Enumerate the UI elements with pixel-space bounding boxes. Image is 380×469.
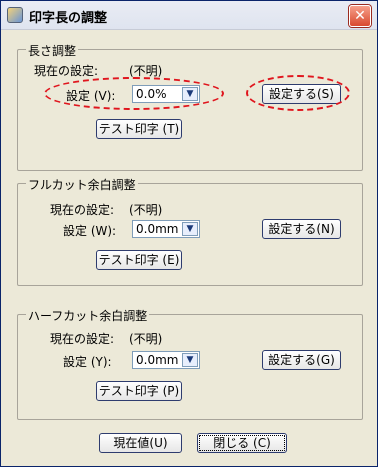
group-title: フルカット余白調整	[26, 176, 138, 193]
current-setting-label: 現在の設定:	[34, 64, 99, 78]
set-button[interactable]: 設定する(N)	[262, 219, 341, 239]
current-setting-value: (不明)	[129, 332, 163, 346]
full-cut-margin-group: フルカット余白調整 現在の設定: (不明) 設定 (W): 0.0mm ▼ 設定…	[17, 176, 363, 286]
setting-label: 設定 (Y):	[63, 355, 112, 369]
select-value: 0.0%	[136, 87, 167, 101]
set-button[interactable]: 設定する(G)	[262, 350, 341, 370]
setting-label: 設定 (V):	[66, 89, 116, 103]
test-print-button[interactable]: テスト印字 (P)	[96, 381, 182, 401]
chevron-down-icon[interactable]: ▼	[182, 353, 198, 367]
dialog-window: 印字長の調整 ✕ 長さ調整 現在の設定: (不明) 設定 (V): 0.0% ▼…	[0, 0, 378, 467]
title-bar: 印字長の調整 ✕	[1, 1, 377, 30]
dialog-body: 長さ調整 現在の設定: (不明) 設定 (V): 0.0% ▼ 設定する(S) …	[3, 30, 375, 464]
printer-icon	[7, 7, 23, 23]
current-value-button[interactable]: 現在値(U)	[99, 433, 182, 453]
close-icon[interactable]: ✕	[349, 5, 371, 27]
length-select[interactable]: 0.0% ▼	[132, 85, 200, 103]
half-cut-select[interactable]: 0.0mm ▼	[132, 351, 200, 369]
current-setting-value: (不明)	[129, 203, 163, 217]
test-print-button[interactable]: テスト印字 (T)	[96, 119, 182, 139]
test-print-button[interactable]: テスト印字 (E)	[96, 250, 182, 270]
set-button[interactable]: 設定する(S)	[262, 84, 341, 104]
select-value: 0.0mm	[136, 353, 179, 367]
setting-label: 設定 (W):	[63, 224, 117, 238]
select-value: 0.0mm	[136, 222, 179, 236]
chevron-down-icon[interactable]: ▼	[182, 222, 198, 236]
chevron-down-icon[interactable]: ▼	[182, 87, 198, 101]
dialog-title: 印字長の調整	[29, 11, 108, 26]
group-title: ハーフカット余白調整	[26, 307, 150, 324]
current-setting-value: (不明)	[129, 64, 163, 78]
current-setting-label: 現在の設定:	[50, 203, 115, 217]
half-cut-margin-group: ハーフカット余白調整 現在の設定: (不明) 設定 (Y): 0.0mm ▼ 設…	[17, 307, 363, 420]
close-button[interactable]: 閉じる (C)	[197, 433, 287, 453]
length-adjust-group: 長さ調整 現在の設定: (不明) 設定 (V): 0.0% ▼ 設定する(S) …	[17, 42, 363, 171]
current-setting-label: 現在の設定:	[50, 332, 115, 346]
full-cut-select[interactable]: 0.0mm ▼	[132, 220, 200, 238]
group-title: 長さ調整	[26, 42, 79, 59]
